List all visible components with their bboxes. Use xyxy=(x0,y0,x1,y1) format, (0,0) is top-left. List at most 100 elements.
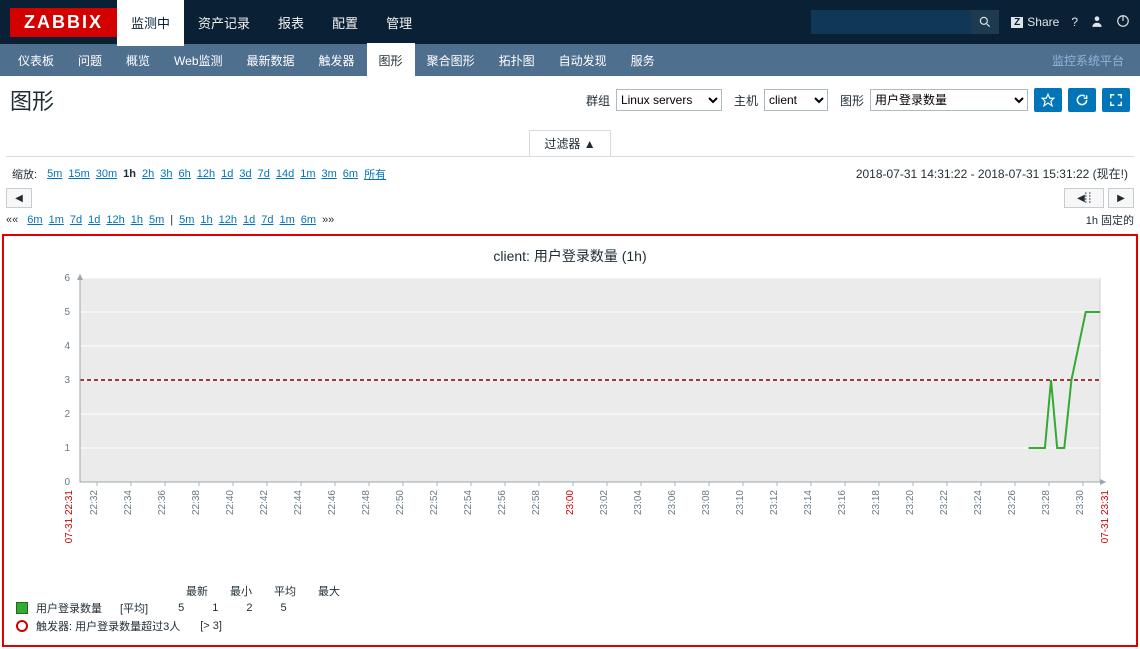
group-select[interactable]: Linux servers xyxy=(616,89,722,111)
zoom-15m[interactable]: 15m xyxy=(68,168,89,180)
period-r-5m[interactable]: 5m xyxy=(179,214,194,226)
page-header: 图形 群组 Linux servers 主机 client 图形 用户登录数量 xyxy=(0,76,1140,120)
period-r-12h[interactable]: 12h xyxy=(219,214,237,226)
zoom-1m[interactable]: 1m xyxy=(300,168,315,180)
sub-nav-1[interactable]: 问题 xyxy=(66,43,114,78)
nav-arrows: ◀ ◀┊┊ ▶ xyxy=(6,188,1134,208)
search-button[interactable] xyxy=(971,10,999,34)
zoom-label: 缩放: xyxy=(12,166,37,182)
period-l-1d[interactable]: 1d xyxy=(88,214,100,226)
period-r-1m[interactable]: 1m xyxy=(280,214,295,226)
top-nav-1[interactable]: 资产记录 xyxy=(184,0,264,46)
logo[interactable]: ZABBIX xyxy=(10,8,117,37)
time-range: 2018-07-31 14:31:22 - 2018-07-31 15:31:2… xyxy=(856,165,1128,182)
period-l-5m[interactable]: 5m xyxy=(149,214,164,226)
svg-text:23:20: 23:20 xyxy=(905,490,916,515)
svg-text:22:44: 22:44 xyxy=(293,490,304,515)
svg-text:23:08: 23:08 xyxy=(701,490,712,515)
legend: 最新 最小 平均 最大 用户登录数量 [平均] 5 1 2 5 触发器: 用户登… xyxy=(16,583,1124,635)
platform-label: 监控系统平台 xyxy=(1052,52,1134,69)
sub-menu: 仪表板问题概览Web监测最新数据触发器图形聚合图形拓扑图自动发现服务 xyxy=(6,43,667,78)
sub-nav-6[interactable]: 图形 xyxy=(367,43,415,78)
sub-nav-10[interactable]: 服务 xyxy=(619,43,667,78)
star-icon xyxy=(1041,93,1055,107)
zoom-2h[interactable]: 2h xyxy=(142,168,154,180)
period-r-1d[interactable]: 1d xyxy=(243,214,255,226)
help-icon[interactable]: ? xyxy=(1071,15,1078,29)
top-nav-2[interactable]: 报表 xyxy=(264,0,318,46)
zoom-3m[interactable]: 3m xyxy=(322,168,337,180)
period-r-7d[interactable]: 7d xyxy=(261,214,273,226)
series-swatch xyxy=(16,602,28,614)
sub-nav-7[interactable]: 聚合图形 xyxy=(415,43,487,78)
graph-select[interactable]: 用户登录数量 xyxy=(870,89,1028,111)
user-icon[interactable] xyxy=(1090,14,1104,31)
sub-nav-2[interactable]: 概览 xyxy=(114,43,162,78)
search-box xyxy=(811,10,999,34)
period-l-6m[interactable]: 6m xyxy=(27,214,42,226)
share-icon: Z xyxy=(1011,17,1023,28)
share-link[interactable]: Z Share xyxy=(1011,15,1059,29)
zoom-7d[interactable]: 7d xyxy=(258,168,270,180)
svg-text:23:12: 23:12 xyxy=(769,490,780,515)
zoom-bar: 缩放: 5m 15m 30m 1h 2h 3h 6h 12h 1d 3d 7d 14d 1m 3m 6m 所有… xyxy=(6,156,1134,186)
zoom-12h[interactable]: 12h xyxy=(197,168,215,180)
svg-text:23:26: 23:26 xyxy=(1007,490,1018,515)
logout-icon[interactable] xyxy=(1116,14,1130,31)
zoom-3d[interactable]: 3d xyxy=(239,168,251,180)
sub-nav: 仪表板问题概览Web监测最新数据触发器图形聚合图形拓扑图自动发现服务 监控系统平… xyxy=(0,44,1140,76)
top-nav-3[interactable]: 配置 xyxy=(318,0,372,46)
period-l-12h[interactable]: 12h xyxy=(106,214,124,226)
sub-nav-0[interactable]: 仪表板 xyxy=(6,43,66,78)
sub-nav-4[interactable]: 最新数据 xyxy=(235,43,307,78)
next-button[interactable]: ▶ xyxy=(1108,188,1134,208)
filter-tab[interactable]: 过滤器 ▲ xyxy=(529,130,610,156)
period-r-1h[interactable]: 1h xyxy=(200,214,212,226)
zoom-5m[interactable]: 5m xyxy=(47,168,62,180)
prev-button[interactable]: ◀ xyxy=(6,188,32,208)
stats-header: 最新 最小 平均 最大 xyxy=(186,583,1124,599)
host-select[interactable]: client xyxy=(764,89,828,111)
svg-text:22:40: 22:40 xyxy=(225,490,236,515)
refresh-button[interactable] xyxy=(1068,88,1096,112)
period-l-1h[interactable]: 1h xyxy=(131,214,143,226)
svg-text:4: 4 xyxy=(64,341,70,352)
svg-text:22:52: 22:52 xyxy=(429,490,440,515)
sub-nav-3[interactable]: Web监测 xyxy=(162,43,234,78)
zoom-14d[interactable]: 14d xyxy=(276,168,294,180)
period-row: «« 6m1m7d1d12h1h5m | 5m1h12h1d7d1m6m »» … xyxy=(6,212,1134,228)
fast-prev-button[interactable]: ◀┊┊ xyxy=(1064,188,1104,208)
svg-text:22:50: 22:50 xyxy=(395,490,406,515)
zoom-1h[interactable]: 1h xyxy=(123,168,136,180)
zoom-1d[interactable]: 1d xyxy=(221,168,233,180)
favorite-button[interactable] xyxy=(1034,88,1062,112)
svg-text:23:02: 23:02 xyxy=(599,490,610,515)
zoom-所有[interactable]: 所有 xyxy=(364,166,386,182)
search-input[interactable] xyxy=(811,10,971,34)
svg-text:1: 1 xyxy=(64,443,70,454)
fullscreen-button[interactable] xyxy=(1102,88,1130,112)
group-label: 群组 xyxy=(586,92,610,109)
zoom-3h[interactable]: 3h xyxy=(160,168,172,180)
svg-text:23:28: 23:28 xyxy=(1041,490,1052,515)
period-l-7d[interactable]: 7d xyxy=(70,214,82,226)
svg-text:22:56: 22:56 xyxy=(497,490,508,515)
page-title: 图形 xyxy=(10,84,54,116)
svg-text:6: 6 xyxy=(64,273,70,284)
top-nav-4[interactable]: 管理 xyxy=(372,0,426,46)
zoom-30m[interactable]: 30m xyxy=(96,168,117,180)
svg-text:22:54: 22:54 xyxy=(463,490,474,515)
period-r-6m[interactable]: 6m xyxy=(301,214,316,226)
sub-nav-9[interactable]: 自动发现 xyxy=(547,43,619,78)
top-nav-0[interactable]: 监测中 xyxy=(117,0,184,46)
svg-text:07-31 22:31: 07-31 22:31 xyxy=(64,490,75,544)
sub-nav-5[interactable]: 触发器 xyxy=(307,43,367,78)
zoom-6h[interactable]: 6h xyxy=(179,168,191,180)
svg-text:22:46: 22:46 xyxy=(327,490,338,515)
period-l-1m[interactable]: 1m xyxy=(49,214,64,226)
sub-nav-8[interactable]: 拓扑图 xyxy=(487,43,547,78)
zoom-6m[interactable]: 6m xyxy=(343,168,358,180)
legend-trigger-row: 触发器: 用户登录数量超过3人 [> 3] xyxy=(16,617,1124,635)
svg-text:23:30: 23:30 xyxy=(1075,490,1086,515)
period-right: 5m 1h 12h 1d 7d 1m 6m xyxy=(179,214,316,226)
